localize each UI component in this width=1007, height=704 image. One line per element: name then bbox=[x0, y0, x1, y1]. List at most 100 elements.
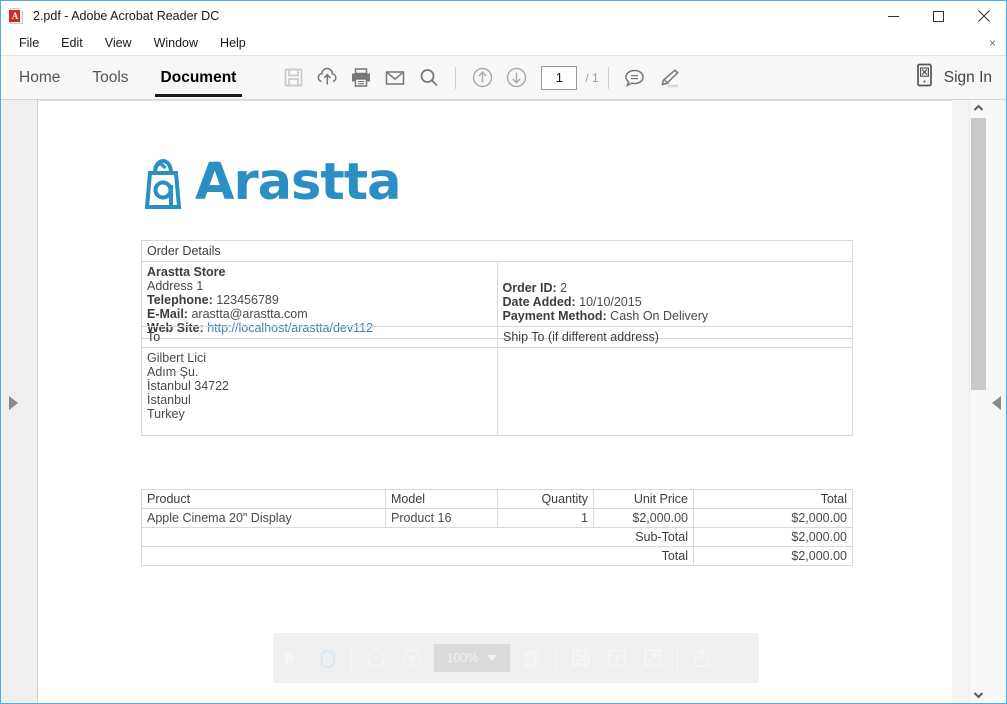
table-row: Sub-Total $2,000.00 bbox=[141, 527, 853, 547]
floating-page-toolbar: 100% bbox=[273, 633, 759, 683]
document-work-area: Arastta Order Details Arastta Store Addr… bbox=[1, 100, 1006, 703]
close-document-icon[interactable]: × bbox=[989, 36, 996, 50]
cell-total: $2,000.00 bbox=[693, 508, 853, 528]
toolbar-divider-1 bbox=[455, 66, 457, 89]
previous-page-icon[interactable] bbox=[465, 56, 499, 100]
window-title: 2.pdf - Adobe Acrobat Reader DC bbox=[33, 9, 220, 23]
payment-method-value: Cash On Delivery bbox=[610, 309, 709, 323]
cursor-select-icon[interactable] bbox=[273, 633, 309, 683]
zoom-level-dropdown[interactable]: 100% bbox=[434, 644, 510, 672]
email-icon[interactable] bbox=[378, 56, 412, 100]
order-details-table: Order Details Arastta Store Address 1 Te… bbox=[141, 240, 853, 339]
acrobat-reader-window: A 2.pdf - Adobe Acrobat Reader DC File E… bbox=[0, 0, 1007, 704]
store-address: Address 1 bbox=[147, 279, 204, 293]
collapse-right-panel-arrow-icon[interactable] bbox=[992, 396, 1001, 410]
highlighter-icon[interactable] bbox=[652, 56, 686, 100]
table-header-row: Product Model Quantity Unit Price Total bbox=[141, 489, 853, 509]
telephone-label: Telephone: bbox=[147, 293, 213, 307]
cell-unit-price: $2,000.00 bbox=[593, 508, 694, 528]
scroll-up-icon[interactable] bbox=[970, 100, 987, 117]
minimize-button[interactable] bbox=[871, 1, 916, 31]
comment-bubble-icon[interactable] bbox=[618, 56, 652, 100]
save-icon[interactable] bbox=[276, 56, 310, 100]
to-line: İstanbul 34722 bbox=[147, 379, 230, 393]
to-line: Turkey bbox=[147, 407, 185, 421]
fullscreen-icon[interactable] bbox=[635, 633, 671, 683]
menu-help[interactable]: Help bbox=[210, 34, 256, 52]
cell-product: Apple Cinema 20" Display bbox=[141, 508, 386, 528]
payment-method-label: Payment Method: bbox=[502, 309, 607, 323]
pdf-file-icon: A bbox=[9, 8, 25, 24]
menu-window[interactable]: Window bbox=[144, 34, 208, 52]
col-total: Total bbox=[693, 489, 853, 509]
toolbar-divider-2 bbox=[607, 66, 609, 89]
ship-to-header: Ship To (if different address) bbox=[497, 326, 853, 348]
scrollbar-thumb[interactable] bbox=[971, 118, 986, 390]
payment-method-line: Payment Method: Cash On Delivery bbox=[503, 309, 848, 323]
grandtotal-label: Total bbox=[141, 546, 694, 566]
date-added-line: Date Added: 10/10/2015 bbox=[503, 295, 848, 309]
table-row: Apple Cinema 20" Display Product 16 1 $2… bbox=[141, 508, 853, 528]
table-row: Gilbert Lici Adım Şu. İstanbul 34722 İst… bbox=[141, 347, 853, 436]
floatbar-divider-2 bbox=[556, 644, 557, 672]
table-row: Order Details bbox=[141, 240, 853, 262]
mobile-device-icon bbox=[915, 63, 934, 92]
col-model: Model bbox=[385, 489, 498, 509]
signin-area[interactable]: Sign In bbox=[915, 63, 992, 92]
tab-document[interactable]: Document bbox=[154, 56, 243, 100]
tab-tools[interactable]: Tools bbox=[90, 56, 130, 100]
left-navigation-rail bbox=[1, 100, 38, 703]
expand-left-panel-arrow-icon[interactable] bbox=[9, 396, 18, 410]
window-controls bbox=[871, 1, 1006, 31]
col-unit-price: Unit Price bbox=[593, 489, 694, 509]
title-bar: A 2.pdf - Adobe Acrobat Reader DC bbox=[1, 1, 1006, 31]
hand-pan-icon[interactable] bbox=[309, 633, 345, 683]
save-icon[interactable] bbox=[563, 633, 599, 683]
zoom-out-icon[interactable] bbox=[358, 633, 394, 683]
chevron-down-icon bbox=[487, 655, 498, 661]
addresses-table: To Ship To (if different address) Gilber… bbox=[141, 326, 853, 436]
menu-view[interactable]: View bbox=[95, 34, 142, 52]
tab-home[interactable]: Home bbox=[17, 56, 62, 100]
col-product: Product bbox=[141, 489, 386, 509]
floatbar-divider-3 bbox=[677, 644, 678, 672]
share-upload-icon[interactable] bbox=[684, 633, 720, 683]
to-line: Adım Şu. bbox=[147, 365, 199, 379]
cell-model: Product 16 bbox=[385, 508, 498, 528]
arastta-logo: Arastta bbox=[141, 153, 402, 212]
to-address-cell: Gilbert Lici Adım Şu. İstanbul 34722 İst… bbox=[141, 347, 498, 436]
menu-edit[interactable]: Edit bbox=[51, 34, 93, 52]
table-row: To Ship To (if different address) bbox=[141, 326, 853, 348]
menu-file[interactable]: File bbox=[9, 34, 49, 52]
ship-to-address-cell bbox=[497, 347, 853, 436]
order-id-label: Order ID: bbox=[502, 281, 557, 295]
fit-page-icon[interactable] bbox=[514, 633, 550, 683]
subtotal-label: Sub-Total bbox=[141, 527, 694, 547]
date-added-label: Date Added: bbox=[502, 295, 576, 309]
zoom-in-icon[interactable] bbox=[394, 633, 430, 683]
maximize-button[interactable] bbox=[916, 1, 961, 31]
store-telephone-line: Telephone: 123456789 bbox=[147, 293, 492, 307]
main-toolbar: Home Tools Document 1 / 1 Sign In bbox=[1, 56, 1006, 100]
email-value: arastta@arastta.com bbox=[191, 307, 308, 321]
page-total-label: / 1 bbox=[585, 70, 599, 85]
snapshot-icon[interactable] bbox=[599, 633, 635, 683]
arastta-wordmark: Arastta bbox=[195, 153, 402, 212]
scroll-down-icon[interactable] bbox=[970, 686, 987, 703]
pdf-page: Arastta Order Details Arastta Store Addr… bbox=[39, 100, 952, 703]
invoice-document: Arastta Order Details Arastta Store Addr… bbox=[39, 101, 952, 704]
to-line: Gilbert Lici bbox=[147, 351, 207, 365]
close-button[interactable] bbox=[961, 1, 1006, 31]
print-icon[interactable] bbox=[344, 56, 378, 100]
search-icon[interactable] bbox=[412, 56, 446, 100]
vertical-scrollbar[interactable] bbox=[969, 100, 986, 703]
telephone-value: 123456789 bbox=[216, 293, 279, 307]
right-navigation-rail bbox=[986, 100, 1006, 703]
zoom-level-value: 100% bbox=[446, 651, 479, 665]
page-number-input[interactable]: 1 bbox=[541, 65, 578, 90]
next-page-icon[interactable] bbox=[499, 56, 533, 100]
cloud-upload-icon[interactable] bbox=[310, 56, 344, 100]
menu-bar: File Edit View Window Help × bbox=[1, 31, 1006, 56]
order-id-line: Order ID: 2 bbox=[503, 281, 848, 295]
to-line: İstanbul bbox=[147, 393, 191, 407]
